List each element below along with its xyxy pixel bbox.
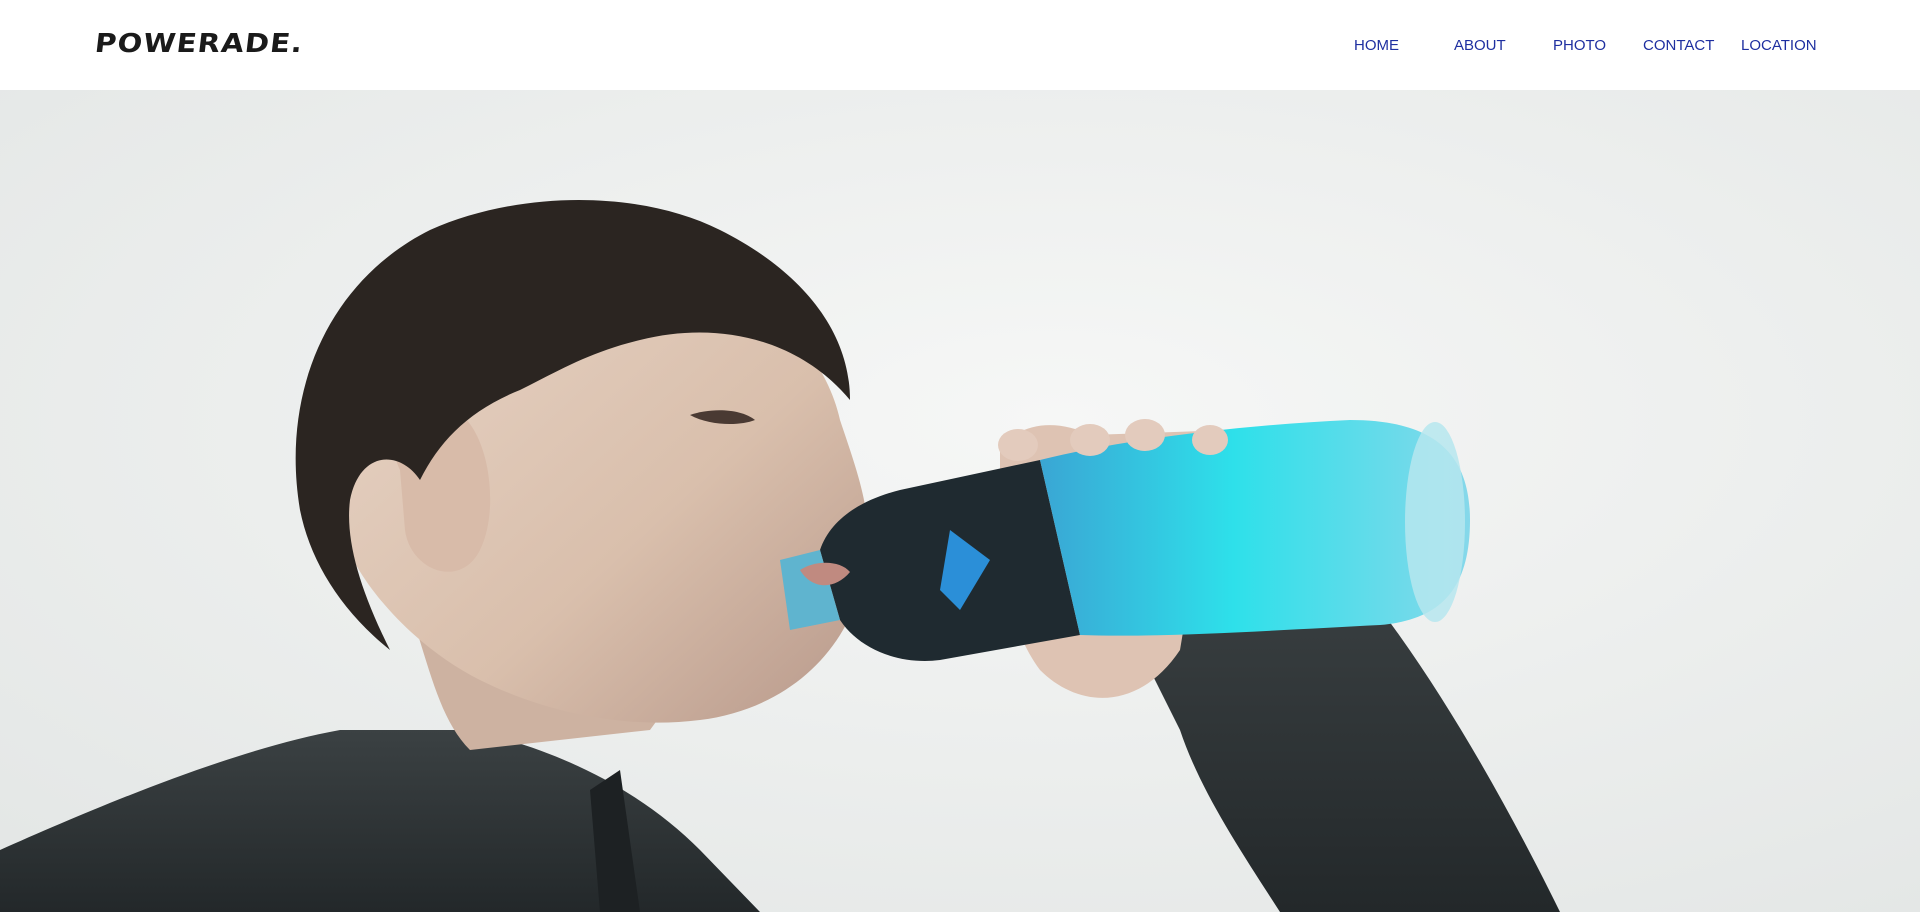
hero-banner xyxy=(0,90,1920,912)
nav-home-link[interactable]: HOME xyxy=(1354,36,1399,56)
finger-1 xyxy=(998,429,1038,461)
finger-3 xyxy=(1125,419,1165,451)
nav-about-link[interactable]: ABOUT xyxy=(1454,36,1506,56)
brand-logo[interactable]: POWERADE. xyxy=(93,28,305,60)
brand-logo-text: POWERADE. xyxy=(93,29,306,59)
finger-4 xyxy=(1192,425,1228,455)
nav-location-link[interactable]: LOCATION xyxy=(1741,36,1817,56)
site-header: POWERADE. HOME ABOUT PHOTO CONTACT LOCAT… xyxy=(0,0,1920,90)
nav-photo-link[interactable]: PHOTO xyxy=(1553,36,1606,56)
hero-image xyxy=(0,90,1920,912)
bottle-base xyxy=(1405,422,1465,622)
finger-2 xyxy=(1070,424,1110,456)
nav-contact-link[interactable]: CONTACT xyxy=(1643,36,1714,56)
